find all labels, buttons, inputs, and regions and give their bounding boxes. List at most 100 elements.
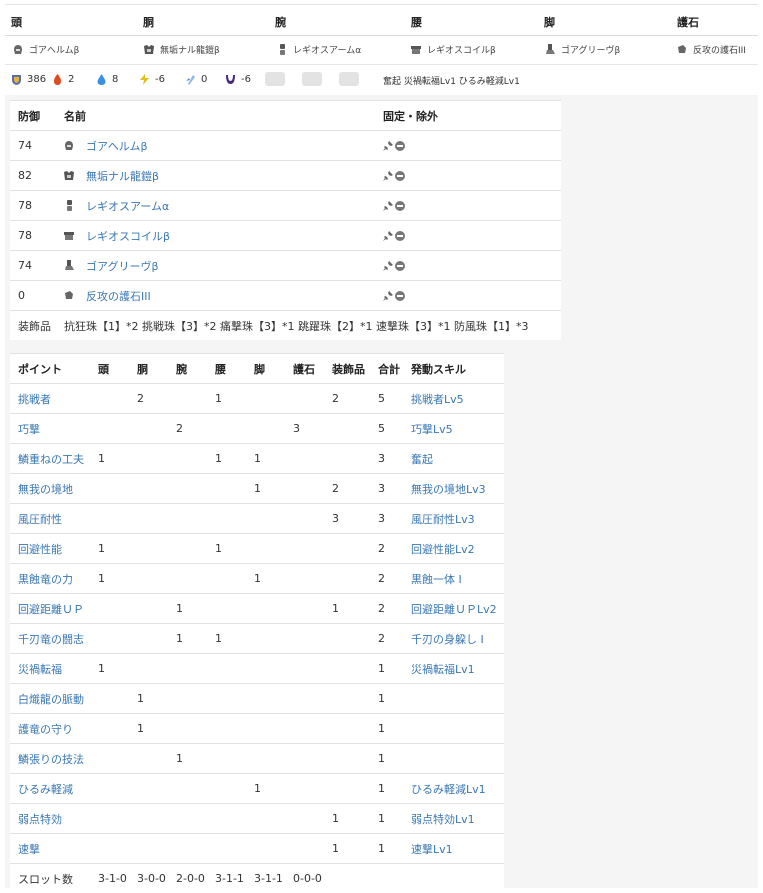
skill-point-link[interactable]: 白熾龍の脈動 xyxy=(18,693,84,706)
skill-head-value: 1 xyxy=(90,444,129,474)
armor-name-link[interactable]: ゴアヘルムβ xyxy=(86,138,148,154)
activated-skill-link[interactable]: 回避性能Lv2 xyxy=(411,543,475,556)
exclude-icon[interactable] xyxy=(395,231,405,241)
activated-skill-link[interactable]: 千刃の身躱し I xyxy=(411,633,484,646)
skill-head-value xyxy=(90,384,129,414)
skill-point-link[interactable]: 弱点特効 xyxy=(18,813,62,826)
exclude-icon[interactable] xyxy=(395,141,405,151)
skill-waist-value: 1 xyxy=(207,534,246,564)
activated-skill-link[interactable]: 災禍転福Lv1 xyxy=(411,663,475,676)
skill-row: 風圧耐性33風圧耐性Lv3 xyxy=(10,504,504,534)
skill-arms-value: 1 xyxy=(168,744,207,774)
armor-name-link[interactable]: 無垢ナル龍鎧β xyxy=(86,168,159,184)
skill-point-link[interactable]: 黒蝕竜の力 xyxy=(18,573,73,586)
skill-legs-value xyxy=(246,504,285,534)
activated-skill-link[interactable]: 巧撃Lv5 xyxy=(411,423,453,436)
skill-arms-value xyxy=(168,504,207,534)
exclude-icon[interactable] xyxy=(395,291,405,301)
armor-defense: 74 xyxy=(10,251,56,281)
activated-skill-link[interactable]: 奮起 xyxy=(411,453,433,466)
stat-thunder: -6 xyxy=(139,74,165,85)
skill-head-value xyxy=(90,834,129,864)
armor-name-link[interactable]: 反攻の護石III xyxy=(86,288,151,304)
skill-charm-value xyxy=(285,804,324,834)
skill-body-value xyxy=(129,534,168,564)
activated-skill-link[interactable]: 無我の境地Lv3 xyxy=(411,483,486,496)
skill-deco-value: 1 xyxy=(324,834,370,864)
pin-icon[interactable] xyxy=(383,231,393,241)
skill-charm-value xyxy=(285,444,324,474)
skill-body-value: 1 xyxy=(129,714,168,744)
equip-waist-name: レギオスコイルβ xyxy=(427,43,496,56)
skill-deco-value xyxy=(324,744,370,774)
skill-point-link[interactable]: 回避性能 xyxy=(18,543,62,556)
decoration-value: 抗狂珠【1】*2 挑戦珠【3】*2 痛撃珠【3】*1 跳躍珠【2】*1 速撃珠【… xyxy=(56,311,561,341)
pin-icon[interactable] xyxy=(383,201,393,211)
skill-body-value xyxy=(129,564,168,594)
skill-point-link[interactable]: 災禍転福 xyxy=(18,663,62,676)
skill-point-link[interactable]: 鱗重ねの工夫 xyxy=(18,453,84,466)
armor-row: 78レギオスアームα xyxy=(10,191,561,221)
activated-skill-link[interactable]: 回避距離ＵＰLv2 xyxy=(411,603,497,616)
skill-row: 白熾龍の脈動11 xyxy=(10,684,504,714)
skill-header-row: ポイント 頭 胴 腕 腰 脚 護石 装飾品 合計 発動スキル xyxy=(10,354,504,384)
skill-arms-value xyxy=(168,684,207,714)
skill-deco-value xyxy=(324,534,370,564)
activated-skill-link[interactable]: 速撃Lv1 xyxy=(411,843,453,856)
armor-row: 0 反攻の護石III xyxy=(10,281,561,311)
skill-body-value xyxy=(129,744,168,774)
exclude-icon[interactable] xyxy=(395,201,405,211)
skill-point-link[interactable]: 回避距離ＵＰ xyxy=(18,603,84,616)
active-skills-summary: 奮起 災禍転福Lv1 ひるみ軽減Lv1 xyxy=(383,74,520,87)
skill-total-value: 1 xyxy=(370,714,403,744)
armor-name-link[interactable]: ゴアグリーヴβ xyxy=(86,258,158,274)
skill-deco-value: 1 xyxy=(324,594,370,624)
skill-total-value: 5 xyxy=(370,384,403,414)
armor-name-link[interactable]: レギオスアームα xyxy=(86,198,169,214)
water-value: 8 xyxy=(112,74,118,85)
armor-defense: 0 xyxy=(10,281,56,311)
col-total: 合計 xyxy=(370,354,403,384)
pin-icon[interactable] xyxy=(383,171,393,181)
skill-point-link[interactable]: 鱗張りの技法 xyxy=(18,753,84,766)
exclude-icon[interactable] xyxy=(395,171,405,181)
leg-icon xyxy=(545,44,555,55)
charm-icon xyxy=(677,44,687,55)
armor-defense: 74 xyxy=(10,131,56,161)
skill-point-link[interactable]: 巧撃 xyxy=(18,423,40,436)
skill-deco-value xyxy=(324,654,370,684)
pin-icon[interactable] xyxy=(383,291,393,301)
skill-total-value: 1 xyxy=(370,684,403,714)
skill-waist-value: 1 xyxy=(207,384,246,414)
armor-row: 74 ゴアグリーヴβ xyxy=(10,251,561,281)
charm-icon xyxy=(64,290,74,301)
arm-icon xyxy=(64,200,74,211)
activated-skill-link[interactable]: 風圧耐性Lv3 xyxy=(411,513,475,526)
skill-arms-value xyxy=(168,384,207,414)
col-charm: 護石 xyxy=(285,354,324,384)
skill-waist-value xyxy=(207,684,246,714)
activated-skill-link[interactable]: 挑戦者Lv5 xyxy=(411,393,464,406)
skill-point-link[interactable]: 風圧耐性 xyxy=(18,513,62,526)
skill-point-link[interactable]: ひるみ軽減 xyxy=(18,783,73,796)
fire-value: 2 xyxy=(68,74,74,85)
skill-total-value: 5 xyxy=(370,414,403,444)
skill-legs-value: 1 xyxy=(246,774,285,804)
activated-skill-link[interactable]: ひるみ軽減Lv1 xyxy=(411,783,486,796)
skill-point-link[interactable]: 無我の境地 xyxy=(18,483,73,496)
activated-skill-link[interactable]: 弱点特効Lv1 xyxy=(411,813,475,826)
skill-point-link[interactable]: 速撃 xyxy=(18,843,40,856)
skill-waist-value xyxy=(207,594,246,624)
skill-point-link[interactable]: 護竜の守り xyxy=(18,723,73,736)
skill-row: 鱗張りの技法11 xyxy=(10,744,504,774)
exclude-icon[interactable] xyxy=(395,261,405,271)
skill-total-value: 1 xyxy=(370,654,403,684)
skill-point-link[interactable]: 挑戦者 xyxy=(18,393,51,406)
skill-points-table: ポイント 頭 胴 腕 腰 脚 護石 装飾品 合計 発動スキル 挑戦者2125挑戦… xyxy=(10,353,504,893)
skill-point-link[interactable]: 千刃竜の闘志 xyxy=(18,633,84,646)
activated-skill-link[interactable]: 黒蝕一体 I xyxy=(411,573,462,586)
armor-name-link[interactable]: レギオスコイルβ xyxy=(86,228,170,244)
pin-icon[interactable] xyxy=(383,141,393,151)
skill-row: 速撃11速撃Lv1 xyxy=(10,834,504,864)
pin-icon[interactable] xyxy=(383,261,393,271)
